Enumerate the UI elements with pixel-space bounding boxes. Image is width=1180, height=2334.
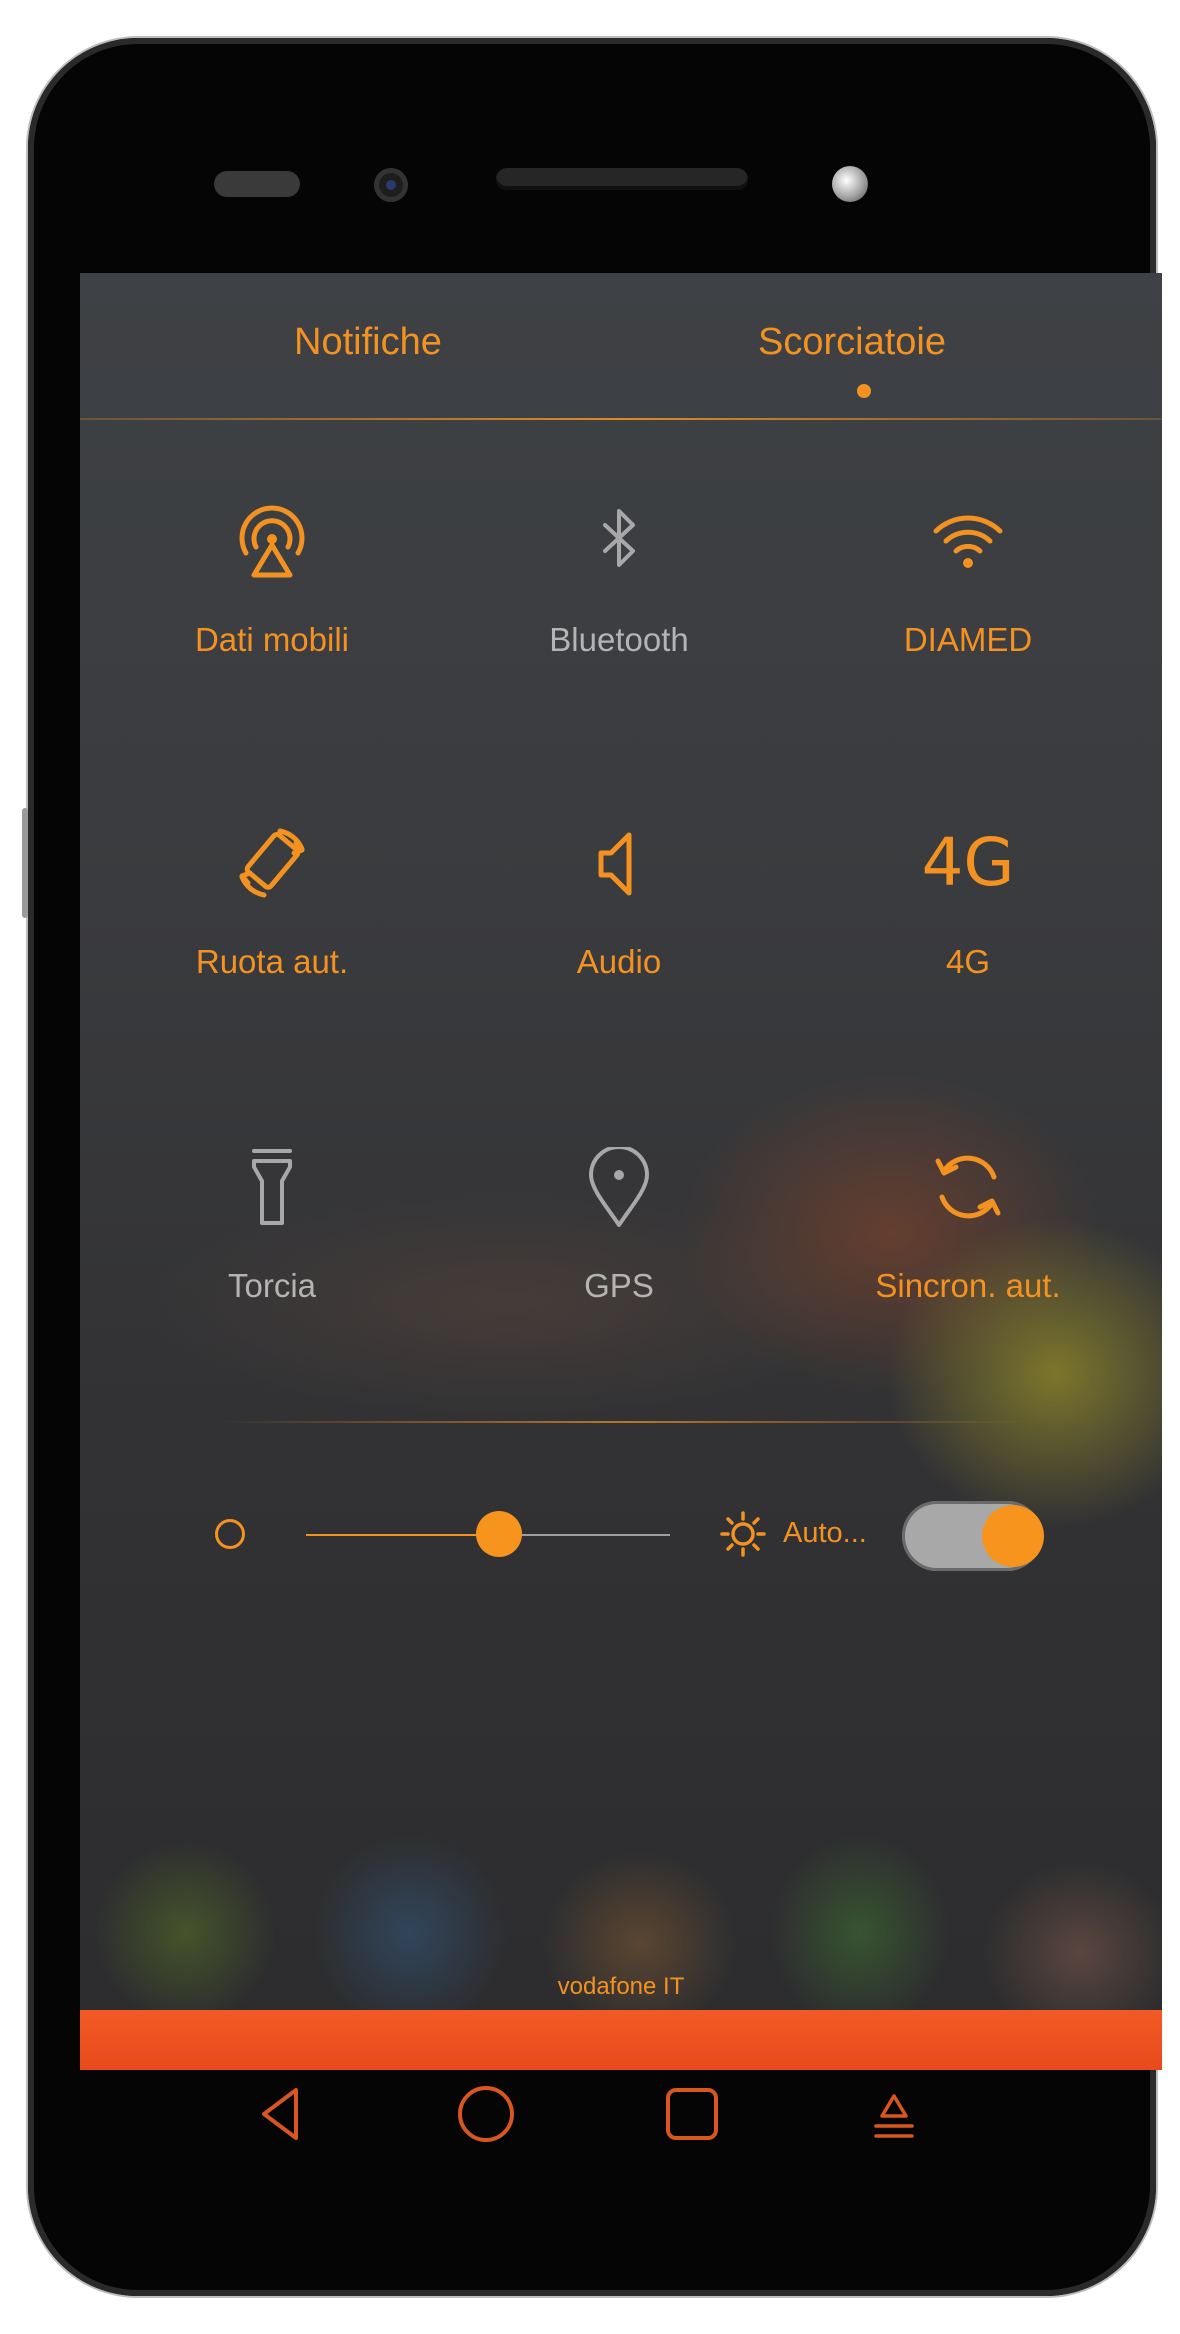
flashlight-icon bbox=[232, 1147, 312, 1227]
auto-rotate-icon bbox=[232, 823, 312, 903]
tile-audio[interactable]: Audio bbox=[469, 823, 769, 1043]
tab-notifiche[interactable]: Notifiche bbox=[294, 321, 442, 364]
tile-flashlight[interactable]: Torcia bbox=[122, 1147, 422, 1367]
auto-brightness-toggle[interactable] bbox=[902, 1501, 1044, 1571]
status-bar-strip bbox=[80, 2010, 1162, 2070]
notification-shade-button[interactable] bbox=[862, 2082, 926, 2146]
brightness-slider[interactable] bbox=[306, 1511, 670, 1557]
tile-4g[interactable]: 4G 4G bbox=[818, 823, 1118, 1043]
toggle-knob bbox=[982, 1505, 1044, 1567]
recents-icon bbox=[666, 2088, 718, 2140]
sync-icon bbox=[928, 1147, 1008, 1227]
tile-auto-rotate[interactable]: Ruota aut. bbox=[122, 823, 422, 1043]
brightness-low-icon bbox=[215, 1519, 245, 1549]
tile-mobile-data[interactable]: Dati mobili bbox=[122, 501, 422, 721]
tab-scorciatoie[interactable]: Scorciatoie bbox=[758, 321, 946, 364]
wifi-icon bbox=[928, 501, 1008, 581]
phone-frame: Notifiche Scorciatoie Dati mobili Blueto… bbox=[22, 38, 1162, 2296]
tile-label: Audio bbox=[576, 943, 662, 980]
tab-bar: Notifiche Scorciatoie bbox=[80, 273, 1162, 420]
mobile-data-icon bbox=[232, 501, 312, 581]
bluetooth-icon bbox=[579, 501, 659, 581]
brightness-slider-fill bbox=[306, 1534, 499, 1536]
location-pin-icon bbox=[579, 1147, 659, 1227]
active-tab-indicator bbox=[857, 384, 871, 398]
section-divider bbox=[220, 1421, 1030, 1423]
front-camera bbox=[374, 168, 408, 202]
brightness-sun-icon bbox=[720, 1511, 766, 1557]
auto-brightness-label: Auto... bbox=[783, 1517, 867, 1549]
tile-wifi[interactable]: DIAMED bbox=[818, 501, 1118, 721]
tab-divider bbox=[80, 418, 1162, 420]
tile-label: Bluetooth bbox=[549, 621, 689, 658]
earpiece-speaker bbox=[496, 168, 748, 190]
volume-button bbox=[22, 808, 28, 918]
speaker-icon bbox=[579, 823, 659, 903]
home-icon bbox=[458, 2086, 514, 2142]
brightness-slider-thumb[interactable] bbox=[475, 1511, 522, 1557]
sensor-slot bbox=[214, 171, 300, 197]
home-button[interactable] bbox=[454, 2082, 518, 2146]
tile-label: Sincron. aut. bbox=[875, 1267, 1061, 1304]
back-button[interactable] bbox=[250, 2082, 314, 2146]
tile-label: Ruota aut. bbox=[195, 943, 349, 980]
proximity-sensor bbox=[832, 166, 868, 202]
tile-auto-sync[interactable]: Sincron. aut. bbox=[818, 1147, 1118, 1367]
carrier-label: vodafone IT bbox=[557, 1973, 685, 2000]
recents-button[interactable] bbox=[660, 2082, 724, 2146]
tile-label: Dati mobili bbox=[194, 621, 350, 658]
back-icon bbox=[262, 2088, 298, 2140]
tile-label: 4G bbox=[945, 943, 991, 980]
tile-label: DIAMED bbox=[903, 621, 1033, 658]
tile-label: GPS bbox=[584, 1267, 654, 1304]
tile-label: Torcia bbox=[227, 1267, 317, 1304]
tile-gps[interactable]: GPS bbox=[469, 1147, 769, 1367]
notification-shade-icon bbox=[874, 2094, 914, 2138]
4g-icon: 4G bbox=[921, 823, 1014, 903]
tile-bluetooth[interactable]: Bluetooth bbox=[469, 501, 769, 721]
quick-settings-panel: Notifiche Scorciatoie Dati mobili Blueto… bbox=[80, 273, 1162, 2070]
4g-icon-text: 4G bbox=[921, 824, 1015, 901]
